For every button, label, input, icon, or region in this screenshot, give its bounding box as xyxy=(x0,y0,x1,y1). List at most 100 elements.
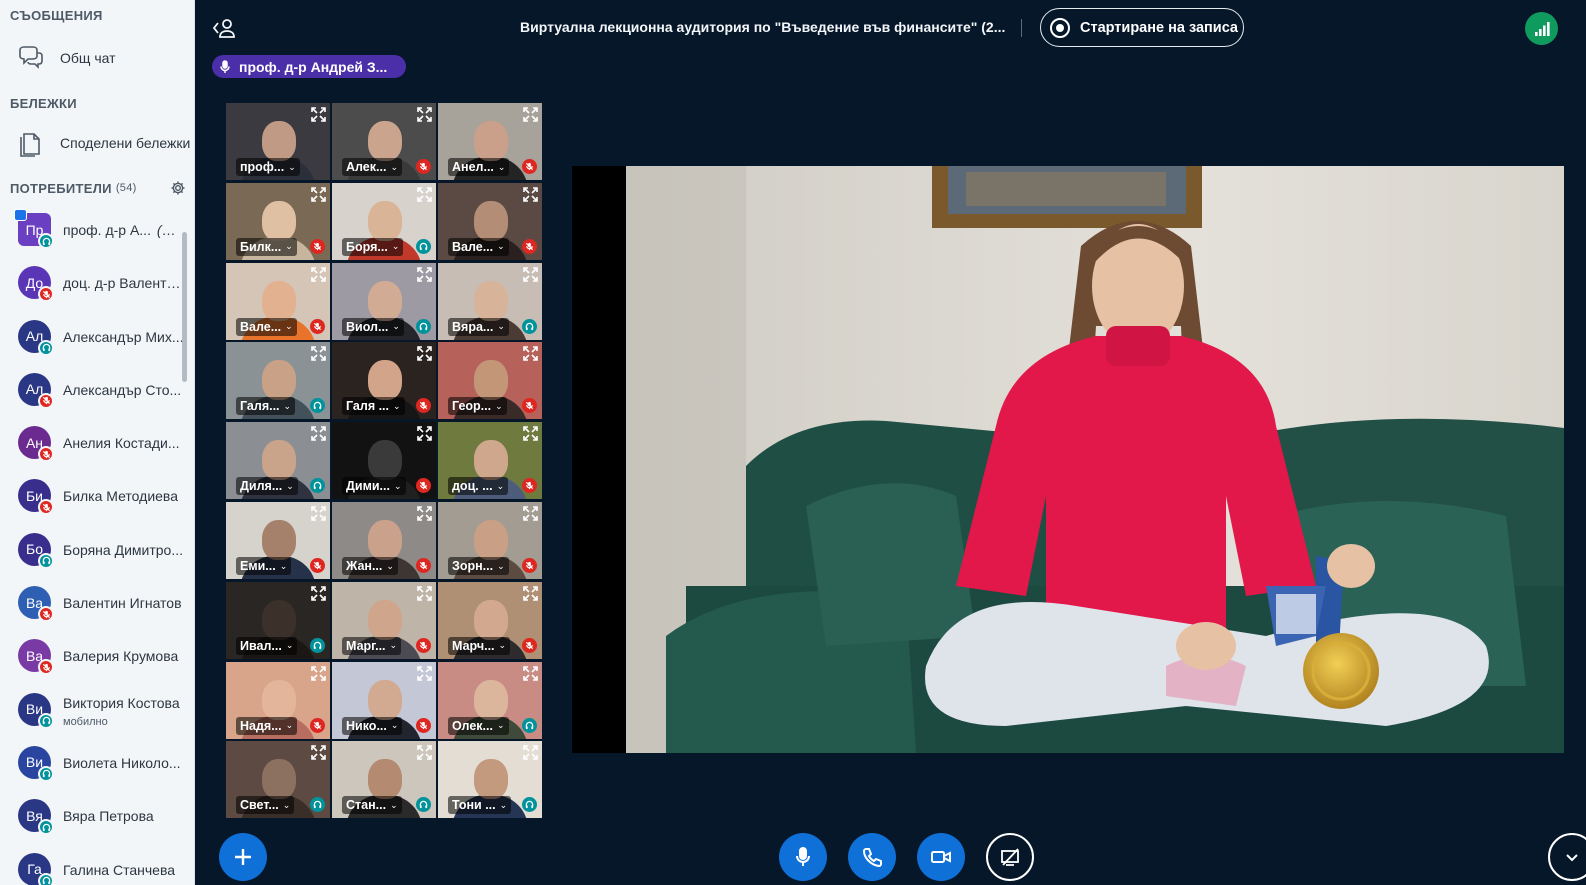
leave-audio-button[interactable] xyxy=(848,833,896,881)
webcam-name-label[interactable]: доц. ... ⌄ xyxy=(448,477,509,496)
webcam-tile[interactable]: Вяра... ⌄ xyxy=(438,262,542,340)
webcam-tile[interactable]: Виол... ⌄ xyxy=(332,262,436,340)
webcam-tile[interactable]: Зорн... ⌄ xyxy=(438,502,542,579)
webcam-tile[interactable]: Олек... ⌄ xyxy=(438,661,542,739)
user-list-item[interactable]: Пр проф. д-р А... (Вие) xyxy=(0,205,188,258)
webcam-tile[interactable]: Стан... ⌄ xyxy=(332,741,436,819)
webcam-name-label[interactable]: Свет... ⌄ xyxy=(236,796,295,815)
share-webcam-button[interactable] xyxy=(917,833,965,881)
webcam-name-label[interactable]: Жан... ⌄ xyxy=(342,557,398,575)
user-list-item[interactable]: До доц. д-р Валенти... xyxy=(0,258,188,311)
webcam-name-label[interactable]: Еми... ⌄ xyxy=(236,557,292,575)
connection-status-button[interactable] xyxy=(1525,12,1558,45)
user-list-item[interactable]: Би Билка Методиева xyxy=(0,471,188,524)
webcam-name-label[interactable]: Алек... ⌄ xyxy=(342,158,402,176)
webcam-name-label[interactable]: Дими... ⌄ xyxy=(342,477,406,496)
fullscreen-icon[interactable] xyxy=(416,585,433,602)
webcam-name-label[interactable]: Стан... ⌄ xyxy=(342,796,402,815)
webcam-tile[interactable]: Геор... ⌄ xyxy=(438,342,542,420)
fullscreen-icon[interactable] xyxy=(310,425,327,442)
webcam-name-label[interactable]: проф... ⌄ xyxy=(236,158,300,176)
fullscreen-icon[interactable] xyxy=(416,665,433,682)
user-list-toggle-icon[interactable] xyxy=(212,17,238,39)
fullscreen-icon[interactable] xyxy=(310,266,327,283)
fullscreen-icon[interactable] xyxy=(310,186,327,203)
user-list-scrollbar[interactable] xyxy=(182,232,187,382)
webcam-name-label[interactable]: Марг... ⌄ xyxy=(342,636,402,655)
fullscreen-icon[interactable] xyxy=(416,106,433,123)
gear-icon[interactable] xyxy=(170,180,186,196)
start-recording-button[interactable]: Стартиране на записа xyxy=(1040,8,1244,47)
fullscreen-icon[interactable] xyxy=(416,505,433,522)
user-list-item[interactable]: Ва Валентин Игнатов xyxy=(0,578,188,631)
webcam-tile[interactable]: Ивал... ⌄ xyxy=(226,581,330,659)
talking-indicator[interactable]: проф. д-р Андрей З... xyxy=(212,55,406,78)
webcam-tile[interactable]: Боря... ⌄ xyxy=(332,182,436,260)
webcam-tile[interactable]: Вале... ⌄ xyxy=(438,182,542,260)
user-list-item[interactable]: Га Галина Станчева xyxy=(0,845,188,885)
fullscreen-icon[interactable] xyxy=(522,505,539,522)
webcam-name-label[interactable]: Галя ... ⌄ xyxy=(342,397,405,416)
webcam-name-label[interactable]: Виол... ⌄ xyxy=(342,317,404,336)
main-video-stream[interactable] xyxy=(572,166,1564,753)
user-list-item[interactable]: Ви Виктория Костова мобилно xyxy=(0,685,188,738)
fullscreen-icon[interactable] xyxy=(310,665,327,682)
fullscreen-icon[interactable] xyxy=(310,106,327,123)
webcam-tile[interactable]: Еми... ⌄ xyxy=(226,502,330,579)
webcam-name-label[interactable]: Вяра... ⌄ xyxy=(448,317,509,336)
fullscreen-icon[interactable] xyxy=(416,744,433,761)
webcam-tile[interactable]: проф... ⌄ xyxy=(226,103,330,180)
user-list-item[interactable]: Вя Вяра Петрова xyxy=(0,791,188,844)
webcam-tile[interactable]: Диля... ⌄ xyxy=(226,422,330,500)
user-list-item[interactable]: Бо Боряна Димитро... xyxy=(0,525,188,578)
options-button[interactable] xyxy=(1548,833,1586,881)
webcam-tile[interactable]: Алек... ⌄ xyxy=(332,103,436,180)
webcam-name-label[interactable]: Вале... ⌄ xyxy=(236,317,297,336)
public-chat-item[interactable]: Общ чат xyxy=(0,37,194,79)
webcam-tile[interactable]: доц. ... ⌄ xyxy=(438,422,542,500)
user-list-item[interactable]: Ви Виолета Николо... xyxy=(0,738,188,791)
fullscreen-icon[interactable] xyxy=(522,665,539,682)
webcam-name-label[interactable]: Диля... ⌄ xyxy=(236,477,298,496)
webcam-name-label[interactable]: Боря... ⌄ xyxy=(342,237,404,256)
fullscreen-icon[interactable] xyxy=(416,266,433,283)
unmute-button[interactable] xyxy=(779,833,827,881)
webcam-tile[interactable]: Марг... ⌄ xyxy=(332,581,436,659)
webcam-tile[interactable]: Нико... ⌄ xyxy=(332,661,436,739)
webcam-name-label[interactable]: Вале... ⌄ xyxy=(448,237,509,256)
webcam-name-label[interactable]: Тони ... ⌄ xyxy=(448,796,512,815)
fullscreen-icon[interactable] xyxy=(522,585,539,602)
fullscreen-icon[interactable] xyxy=(310,585,327,602)
webcam-name-label[interactable]: Надя... ⌄ xyxy=(236,716,298,735)
fullscreen-icon[interactable] xyxy=(310,505,327,522)
webcam-tile[interactable]: Анел... ⌄ xyxy=(438,103,542,180)
webcam-name-label[interactable]: Галя... ⌄ xyxy=(236,397,296,416)
webcam-name-label[interactable]: Анел... ⌄ xyxy=(448,158,510,176)
webcam-tile[interactable]: Дими... ⌄ xyxy=(332,422,436,500)
fullscreen-icon[interactable] xyxy=(522,425,539,442)
webcam-tile[interactable]: Марч... ⌄ xyxy=(438,581,542,659)
fullscreen-icon[interactable] xyxy=(310,345,327,362)
fullscreen-icon[interactable] xyxy=(522,744,539,761)
shared-notes-item[interactable]: Споделени бележки xyxy=(0,122,194,164)
webcam-tile[interactable]: Тони ... ⌄ xyxy=(438,741,542,819)
webcam-tile[interactable]: Галя... ⌄ xyxy=(226,342,330,420)
fullscreen-icon[interactable] xyxy=(416,425,433,442)
fullscreen-icon[interactable] xyxy=(416,186,433,203)
fullscreen-icon[interactable] xyxy=(522,266,539,283)
webcam-name-label[interactable]: Геор... ⌄ xyxy=(448,397,507,416)
user-list-item[interactable]: Ва Валерия Крумова xyxy=(0,631,188,684)
webcam-tile[interactable]: Галя ... ⌄ xyxy=(332,342,436,420)
share-screen-button[interactable] xyxy=(986,833,1034,881)
fullscreen-icon[interactable] xyxy=(522,186,539,203)
fullscreen-icon[interactable] xyxy=(522,345,539,362)
fullscreen-icon[interactable] xyxy=(416,345,433,362)
webcam-name-label[interactable]: Нико... ⌄ xyxy=(342,716,403,735)
webcam-tile[interactable]: Свет... ⌄ xyxy=(226,741,330,819)
webcam-tile[interactable]: Билк... ⌄ xyxy=(226,182,330,260)
webcam-name-label[interactable]: Ивал... ⌄ xyxy=(236,636,298,655)
user-list-item[interactable]: Ал Александър Мих... xyxy=(0,312,188,365)
fullscreen-icon[interactable] xyxy=(522,106,539,123)
webcam-name-label[interactable]: Марч... ⌄ xyxy=(448,636,511,655)
fullscreen-icon[interactable] xyxy=(310,744,327,761)
